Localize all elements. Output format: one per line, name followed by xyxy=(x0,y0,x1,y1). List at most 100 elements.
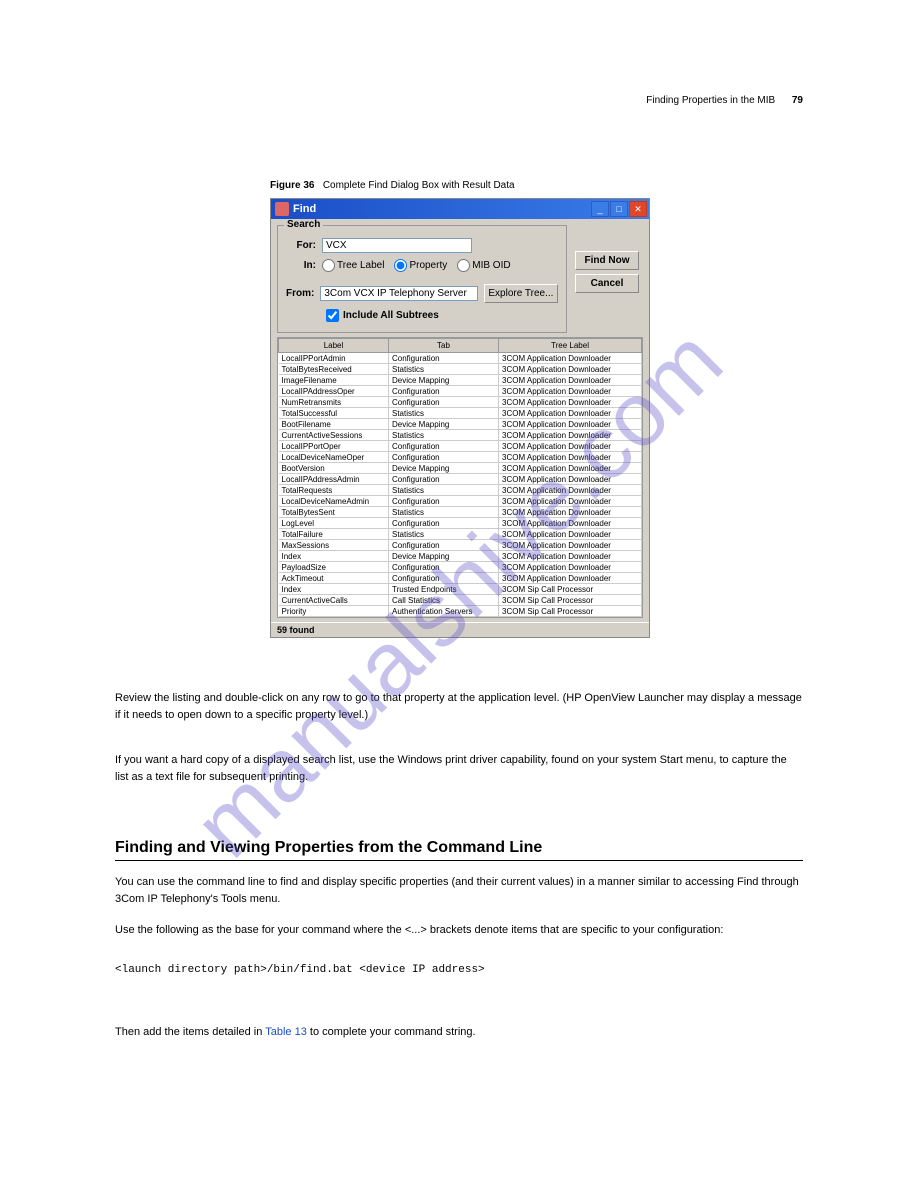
table-row[interactable]: TotalBytesReceivedStatistics3COM Applica… xyxy=(279,364,642,375)
table-row[interactable]: IndexDevice Mapping3COM Application Down… xyxy=(279,551,642,562)
col-header-label[interactable]: Label xyxy=(279,339,389,353)
table-row[interactable]: CurrentActiveSessionsStatistics3COM Appl… xyxy=(279,430,642,441)
search-legend: Search xyxy=(284,219,323,230)
include-subtrees-checkbox[interactable] xyxy=(326,309,339,322)
cell-tab: Configuration xyxy=(389,441,499,452)
cell-tab: Device Mapping xyxy=(389,375,499,386)
table-row[interactable]: LocalIPPortOperConfiguration3COM Applica… xyxy=(279,441,642,452)
cell-tab: Device Mapping xyxy=(389,551,499,562)
radio-property-text: Property xyxy=(409,260,447,271)
cell-tab: Statistics xyxy=(389,408,499,419)
cell-tree: 3COM Application Downloader xyxy=(499,463,642,474)
cell-tab: Trusted Endpoints xyxy=(389,584,499,595)
close-button[interactable]: ✕ xyxy=(629,201,647,217)
cell-tree: 3COM Application Downloader xyxy=(499,562,642,573)
table-row[interactable]: CurrentActiveCallsCall Statistics3COM Si… xyxy=(279,595,642,606)
table-row[interactable]: ImageFilenameDevice Mapping3COM Applicat… xyxy=(279,375,642,386)
cell-tab: Configuration xyxy=(389,518,499,529)
results-table: Label Tab Tree Label LocalIPPortAdminCon… xyxy=(278,338,642,617)
cell-tree: 3COM Application Downloader xyxy=(499,386,642,397)
col-header-tab[interactable]: Tab xyxy=(389,339,499,353)
table-row[interactable]: LocalDeviceNameOperConfiguration3COM App… xyxy=(279,452,642,463)
cell-tree: 3COM Application Downloader xyxy=(499,408,642,419)
paragraph-4: Use the following as the base for your c… xyxy=(115,922,803,939)
cell-label: ImageFilename xyxy=(279,375,389,386)
table-row[interactable]: PayloadSizeConfiguration3COM Application… xyxy=(279,562,642,573)
header-text: Finding Properties in the MIB xyxy=(646,95,775,106)
table-row[interactable]: NumRetransmitsConfiguration3COM Applicat… xyxy=(279,397,642,408)
explore-tree-button[interactable]: Explore Tree... xyxy=(484,284,558,303)
radio-property-wrapper[interactable]: Property xyxy=(394,259,447,272)
paragraph-6: Then add the items detailed in Table 13 … xyxy=(115,1024,803,1041)
cell-label: BootFilename xyxy=(279,419,389,430)
cell-label: PayloadSize xyxy=(279,562,389,573)
radio-tree-label[interactable] xyxy=(322,259,335,272)
dialog-title: Find xyxy=(293,203,316,215)
table-row[interactable]: TotalFailureStatistics3COM Application D… xyxy=(279,529,642,540)
minimize-button[interactable]: _ xyxy=(591,201,609,217)
cell-label: MaxSessions xyxy=(279,540,389,551)
find-now-button[interactable]: Find Now xyxy=(575,251,639,270)
table-row[interactable]: TotalRequestsStatistics3COM Application … xyxy=(279,485,642,496)
cell-tree: 3COM Application Downloader xyxy=(499,441,642,452)
cell-tree: 3COM Application Downloader xyxy=(499,529,642,540)
table-row[interactable]: PriorityAuthentication Servers3COM Sip C… xyxy=(279,606,642,617)
figure-caption: Figure 36 Complete Find Dialog Box with … xyxy=(270,180,515,191)
cell-label: TotalBytesReceived xyxy=(279,364,389,375)
cell-tree: 3COM Application Downloader xyxy=(499,430,642,441)
cell-label: LocalIPAddressOper xyxy=(279,386,389,397)
cell-label: LocalDeviceNameOper xyxy=(279,452,389,463)
table-row[interactable]: LocalIPAddressAdminConfiguration3COM App… xyxy=(279,474,642,485)
table-row[interactable]: MaxSessionsConfiguration3COM Application… xyxy=(279,540,642,551)
from-input[interactable] xyxy=(320,286,478,301)
from-label: From: xyxy=(286,288,320,299)
para6-suffix: to complete your command string. xyxy=(307,1026,476,1038)
table-row[interactable]: BootVersionDevice Mapping3COM Applicatio… xyxy=(279,463,642,474)
results-table-wrap: Label Tab Tree Label LocalIPPortAdminCon… xyxy=(277,337,643,618)
cell-tree: 3COM Application Downloader xyxy=(499,474,642,485)
find-dialog: Find _ □ ✕ Find Now Cancel Search For: xyxy=(270,198,650,638)
cell-tree: 3COM Sip Call Processor xyxy=(499,584,642,595)
table-13-link[interactable]: Table 13 xyxy=(265,1026,307,1038)
for-label: For: xyxy=(286,240,322,251)
radio-miboid[interactable] xyxy=(457,259,470,272)
page-number: 79 xyxy=(792,95,803,106)
cell-tab: Device Mapping xyxy=(389,463,499,474)
command-line: <launch directory path>/bin/find.bat <de… xyxy=(115,962,803,979)
cancel-button[interactable]: Cancel xyxy=(575,274,639,293)
radio-tree-label-wrapper[interactable]: Tree Label xyxy=(322,259,384,272)
cell-label: CurrentActiveCalls xyxy=(279,595,389,606)
cell-tree: 3COM Application Downloader xyxy=(499,573,642,584)
cell-tree: 3COM Application Downloader xyxy=(499,551,642,562)
cell-label: TotalBytesSent xyxy=(279,507,389,518)
cell-tab: Configuration xyxy=(389,474,499,485)
radio-miboid-wrapper[interactable]: MIB OID xyxy=(457,259,510,272)
cell-label: TotalRequests xyxy=(279,485,389,496)
table-row[interactable]: LocalDeviceNameAdminConfiguration3COM Ap… xyxy=(279,496,642,507)
table-row[interactable]: IndexTrusted Endpoints3COM Sip Call Proc… xyxy=(279,584,642,595)
table-row[interactable]: LocalIPPortAdminConfiguration3COM Applic… xyxy=(279,353,642,364)
para6-prefix: Then add the items detailed in xyxy=(115,1026,265,1038)
cell-tab: Configuration xyxy=(389,496,499,507)
cell-tab: Authentication Servers xyxy=(389,606,499,617)
cell-tab: Configuration xyxy=(389,562,499,573)
cell-tab: Configuration xyxy=(389,452,499,463)
col-header-tree[interactable]: Tree Label xyxy=(499,339,642,353)
cell-tree: 3COM Application Downloader xyxy=(499,540,642,551)
cell-label: Priority xyxy=(279,606,389,617)
table-row[interactable]: AckTimeoutConfiguration3COM Application … xyxy=(279,573,642,584)
in-label: In: xyxy=(286,260,322,271)
table-row[interactable]: LocalIPAddressOperConfiguration3COM Appl… xyxy=(279,386,642,397)
cell-tree: 3COM Application Downloader xyxy=(499,507,642,518)
search-panel: Search For: In: Tree Label Property MIB … xyxy=(277,225,567,333)
cell-label: AckTimeout xyxy=(279,573,389,584)
table-row[interactable]: TotalSuccessfulStatistics3COM Applicatio… xyxy=(279,408,642,419)
radio-property[interactable] xyxy=(394,259,407,272)
app-icon xyxy=(275,202,289,216)
for-input[interactable] xyxy=(322,238,472,253)
cell-tree: 3COM Application Downloader xyxy=(499,485,642,496)
maximize-button[interactable]: □ xyxy=(610,201,628,217)
table-row[interactable]: TotalBytesSentStatistics3COM Application… xyxy=(279,507,642,518)
table-row[interactable]: LogLevelConfiguration3COM Application Do… xyxy=(279,518,642,529)
table-row[interactable]: BootFilenameDevice Mapping3COM Applicati… xyxy=(279,419,642,430)
